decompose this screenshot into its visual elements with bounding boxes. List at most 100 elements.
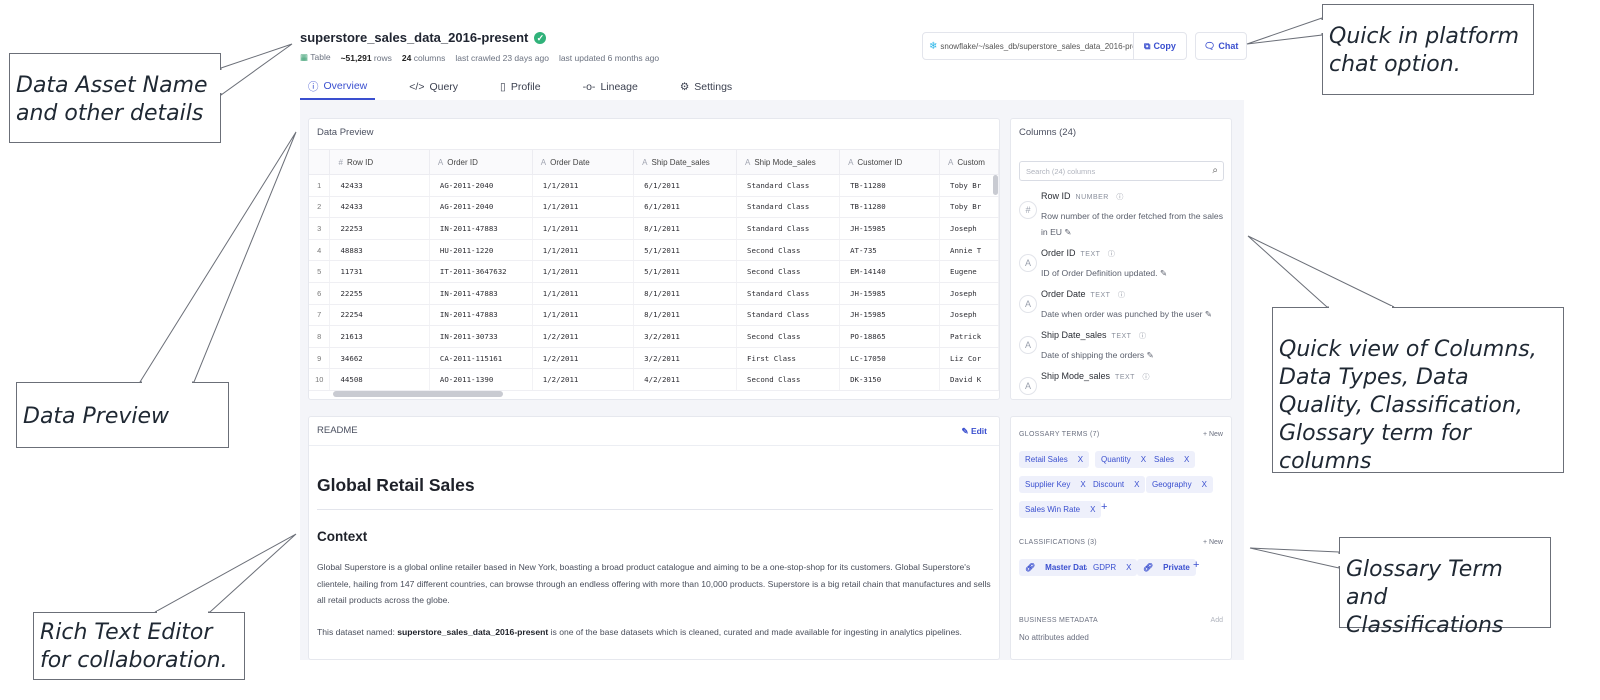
copy-button[interactable]: ⧉ Copy: [1133, 32, 1186, 60]
table-row[interactable]: 6 22255 IN-2011-47883 1/1/2011 8/1/2011 Stand…: [309, 282, 999, 305]
info-icon[interactable]: ⓘ: [1118, 292, 1126, 299]
table-cell[interactable]: 1/2/2011: [532, 368, 635, 391]
glossary-chip[interactable]: Geography X: [1146, 476, 1213, 493]
table-cell[interactable]: 22254: [329, 304, 430, 327]
table-cell[interactable]: 1/2/2011: [532, 347, 635, 370]
classification-chip[interactable]: GDPR X: [1087, 559, 1138, 576]
pencil-icon[interactable]: ✎: [1064, 227, 1071, 237]
tab-query[interactable]: </> Query: [401, 74, 466, 100]
tab-profile[interactable]: ▯ Profile: [492, 74, 549, 100]
table-cell[interactable]: TB-11280: [839, 196, 941, 219]
table-row[interactable]: 5 11731 IT-2011-3647632 1/1/2011 5/1/2011 Sec…: [309, 260, 999, 283]
add-glossary-term-button[interactable]: +: [1101, 501, 1107, 513]
table-row[interactable]: 2 42433 AG-2011-2040 1/1/2011 6/1/2011 Standa…: [309, 196, 999, 219]
table-cell[interactable]: JH-15985: [839, 217, 941, 240]
table-cell[interactable]: 1/1/2011: [532, 239, 635, 262]
table-cell[interactable]: TB-11280: [839, 174, 941, 197]
column-header[interactable]: # Row ID: [329, 149, 430, 175]
table-cell[interactable]: 21613: [329, 325, 430, 348]
column-search-input[interactable]: Search (24) columns ⌕: [1019, 161, 1224, 181]
table-cell[interactable]: 1/1/2011: [532, 174, 635, 197]
table-row[interactable]: 10 44508 AO-2011-1390 1/2/2011 4/2/2011 Secon…: [309, 368, 999, 391]
table-cell[interactable]: 3/2/2011: [633, 325, 737, 348]
horizontal-scrollbar[interactable]: [333, 391, 503, 397]
table-cell[interactable]: EM-14140: [839, 260, 941, 283]
remove-icon[interactable]: X: [1202, 480, 1207, 489]
table-row[interactable]: 7 22254 IN-2011-47883 1/1/2011 8/1/2011 Stand…: [309, 304, 999, 327]
table-cell[interactable]: Second Class: [736, 239, 841, 262]
table-cell[interactable]: JH-15985: [839, 304, 941, 327]
table-cell[interactable]: Annie T: [939, 239, 999, 262]
classification-chip[interactable]: 🔗︎ Master Data: [1019, 559, 1097, 576]
table-cell[interactable]: First Class: [736, 347, 841, 370]
table-cell[interactable]: 42433: [329, 174, 430, 197]
table-cell[interactable]: LC-17050: [839, 347, 941, 370]
readme-heading[interactable]: Global Retail Sales: [317, 475, 475, 496]
table-cell[interactable]: 8/1/2011: [633, 304, 737, 327]
table-cell[interactable]: HU-2011-1220: [429, 239, 533, 262]
new-glossary-term-button[interactable]: + New: [1203, 431, 1223, 438]
table-cell[interactable]: 22255: [329, 282, 430, 305]
glossary-chip[interactable]: Sales X: [1148, 451, 1196, 468]
table-cell[interactable]: IN-2011-47883: [429, 304, 533, 327]
readme-paragraph[interactable]: Global Superstore is a global online ret…: [317, 559, 997, 609]
edit-button[interactable]: ✎ Edit: [961, 426, 987, 437]
column-header[interactable]: A Ship Mode_sales: [736, 149, 841, 175]
column-header[interactable]: A Order ID: [429, 149, 533, 175]
column-header[interactable]: A Custom: [939, 149, 999, 175]
remove-icon[interactable]: X: [1141, 455, 1146, 464]
table-cell[interactable]: Eugene: [939, 260, 999, 283]
table-row[interactable]: 1 42433 AG-2011-2040 1/1/2011 6/1/2011 Standa…: [309, 174, 999, 197]
table-cell[interactable]: Patrick: [939, 325, 999, 348]
pencil-icon[interactable]: ✎: [1205, 309, 1212, 319]
table-cell[interactable]: Standard Class: [736, 304, 841, 327]
table-cell[interactable]: 22253: [329, 217, 430, 240]
glossary-chip[interactable]: Retail Sales X: [1019, 451, 1090, 468]
readme-paragraph[interactable]: This dataset named: superstore_sales_dat…: [317, 624, 997, 641]
table-cell[interactable]: Standard Class: [736, 282, 841, 305]
pencil-icon[interactable]: ✎: [1147, 350, 1154, 360]
table-cell[interactable]: AT-735: [839, 239, 941, 262]
table-cell[interactable]: 4/2/2011: [633, 368, 737, 391]
table-row[interactable]: 4 48883 HU-2011-1220 1/1/2011 5/1/2011 Second…: [309, 239, 999, 262]
add-business-metadata-button[interactable]: Add: [1211, 617, 1223, 624]
table-cell[interactable]: Joseph: [939, 282, 999, 305]
remove-icon[interactable]: X: [1184, 455, 1189, 464]
table-row[interactable]: 3 22253 IN-2011-47883 1/1/2011 8/1/2011 Stand…: [309, 217, 999, 240]
table-cell[interactable]: Standard Class: [736, 217, 841, 240]
table-cell[interactable]: Toby Br: [939, 196, 999, 219]
table-cell[interactable]: 8/1/2011: [633, 217, 737, 240]
table-cell[interactable]: 1/1/2011: [532, 282, 635, 305]
remove-icon[interactable]: X: [1134, 480, 1139, 489]
table-cell[interactable]: 42433: [329, 196, 430, 219]
table-cell[interactable]: AG-2011-2040: [429, 196, 533, 219]
pencil-icon[interactable]: ✎: [1160, 268, 1167, 278]
table-cell[interactable]: 3/2/2011: [633, 347, 737, 370]
table-cell[interactable]: 6/1/2011: [633, 196, 737, 219]
table-cell[interactable]: IN-2011-30733: [429, 325, 533, 348]
table-cell[interactable]: DK-3150: [839, 368, 941, 391]
table-cell[interactable]: JH-15985: [839, 282, 941, 305]
table-cell[interactable]: AO-2011-1390: [429, 368, 533, 391]
table-cell[interactable]: 1/1/2011: [532, 217, 635, 240]
table-cell[interactable]: 1/1/2011: [532, 304, 635, 327]
table-row[interactable]: 9 34662 CA-2011-115161 1/2/2011 3/2/2011 Firs…: [309, 347, 999, 370]
table-cell[interactable]: AG-2011-2040: [429, 174, 533, 197]
table-cell[interactable]: Second Class: [736, 325, 841, 348]
table-cell[interactable]: 48883: [329, 239, 430, 262]
table-cell[interactable]: Standard Class: [736, 196, 841, 219]
glossary-chip[interactable]: Discount X: [1087, 476, 1146, 493]
readme-subheading[interactable]: Context: [317, 529, 367, 544]
table-cell[interactable]: IT-2011-3647632: [429, 260, 533, 283]
table-cell[interactable]: 1/1/2011: [532, 196, 635, 219]
table-cell[interactable]: PO-18865: [839, 325, 941, 348]
tab-overview[interactable]: ⓘ Overview: [300, 74, 376, 100]
table-cell[interactable]: Second Class: [736, 368, 841, 391]
tab-lineage[interactable]: -o- Lineage: [575, 74, 646, 100]
search-icon[interactable]: ⌕: [1212, 165, 1218, 176]
chat-button[interactable]: 🗨 Chat: [1194, 32, 1248, 60]
table-cell[interactable]: David K: [939, 368, 999, 391]
column-header[interactable]: A Order Date: [532, 149, 635, 175]
add-classification-button[interactable]: +: [1193, 559, 1199, 571]
table-cell[interactable]: Joseph: [939, 217, 999, 240]
